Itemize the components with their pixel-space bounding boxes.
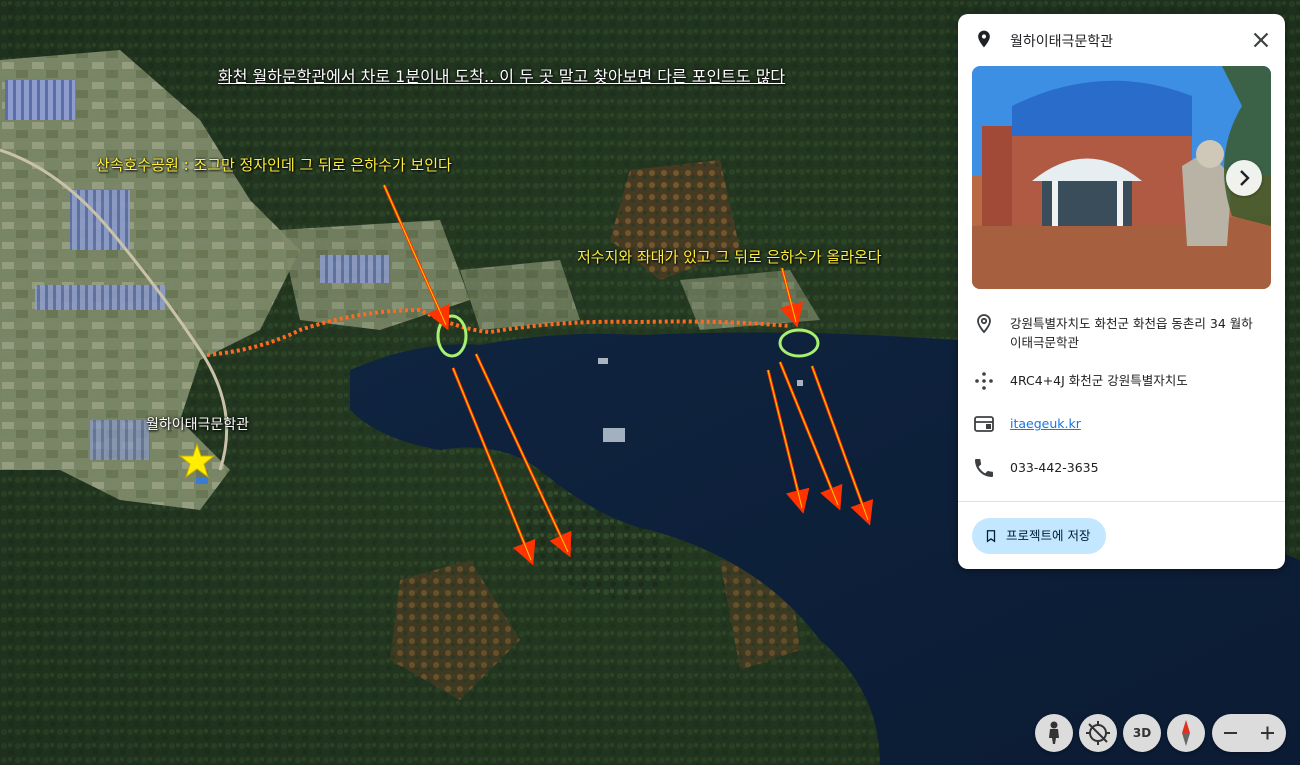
website-link[interactable]: itaegeuk.kr xyxy=(1010,414,1260,433)
headline-annotation: 화천 월하문학관에서 차로 1분이내 도착.. 이 두 곳 말고 찾아보면 다른… xyxy=(218,67,786,86)
plus-code-text: 4RC4+4J 화천군 강원특별자치도 xyxy=(1010,373,1188,388)
plus-code-icon xyxy=(975,372,993,390)
compass-icon xyxy=(1182,720,1190,746)
address-row[interactable]: 강원특별자치도 화천군 화천읍 동촌리 34 월하이태극문학관 xyxy=(972,312,1272,352)
pegman-icon xyxy=(1049,721,1059,744)
street-view-button[interactable] xyxy=(1035,714,1073,752)
chevron-right-icon xyxy=(1240,170,1250,186)
phone-row[interactable]: 033-442-3635 xyxy=(972,456,1272,480)
website-icon xyxy=(974,416,994,432)
place-info-panel: 월하이태극문학관 강원특별자치도 화천군 화천읍 동촌리 34 월하이태극문학관… xyxy=(958,14,1285,569)
save-label: 프로젝트에 저장 xyxy=(1006,528,1091,543)
panel-divider xyxy=(958,501,1285,502)
rotate-icon xyxy=(1086,721,1110,745)
zoom-in-icon xyxy=(1261,726,1274,740)
zoom-out-icon xyxy=(1224,732,1237,734)
greenhouse xyxy=(5,80,75,120)
place-map-label[interactable]: 월하이태극문학관 xyxy=(146,414,249,434)
phone-icon xyxy=(975,459,993,477)
compass-button[interactable] xyxy=(1167,714,1205,752)
zoom-out-button[interactable] xyxy=(1212,714,1249,752)
point2-annotation: 저수지와 좌대가 있고 그 뒤로 은하수가 올라온다 xyxy=(577,248,882,266)
tilt-rotate-button[interactable] xyxy=(1079,714,1117,752)
website-row[interactable]: itaegeuk.kr xyxy=(972,412,1272,436)
address-text: 강원특별자치도 화천군 화천읍 동촌리 34 월하이태극문학관 xyxy=(1010,316,1253,350)
bookmark-icon xyxy=(986,530,996,543)
photo-next-button[interactable] xyxy=(1226,160,1262,196)
save-to-project-button[interactable]: 프로젝트에 저장 xyxy=(972,518,1107,554)
floating-platform xyxy=(603,428,625,442)
plus-code-row[interactable]: 4RC4+4J 화천군 강원특별자치도 xyxy=(972,369,1272,393)
zoom-in-button[interactable] xyxy=(1249,714,1286,752)
phone-text: 033-442-3635 xyxy=(1010,460,1099,475)
zoom-control xyxy=(1212,714,1286,752)
location-pin-icon xyxy=(977,314,991,334)
close-icon[interactable] xyxy=(1248,27,1274,53)
three-d-button[interactable]: 3D xyxy=(1123,714,1161,752)
panel-title: 월하이태극문학관 xyxy=(1010,34,1114,50)
place-pin-icon xyxy=(978,30,990,48)
point1-annotation: 산속호수공원 : 조그만 정자인데 그 뒤로 은하수가 보인다 xyxy=(96,156,452,174)
